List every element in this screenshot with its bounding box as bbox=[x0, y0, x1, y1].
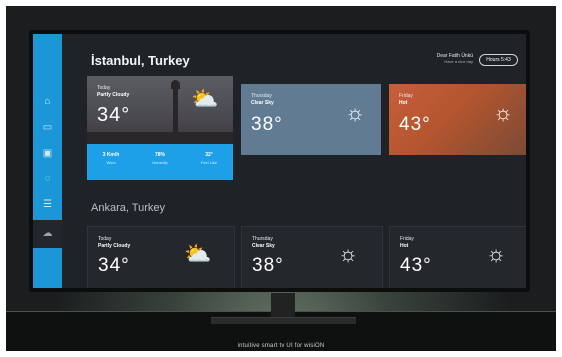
card-day: Thursday bbox=[252, 236, 273, 242]
sun-icon: ☼ bbox=[493, 100, 514, 125]
weather-stats-bar: 3 Km/h Wind 78% Humidity 32° Feel Like bbox=[87, 144, 233, 180]
stat-value: 3 Km/h bbox=[102, 152, 120, 158]
tv-stand-neck bbox=[271, 293, 295, 317]
list-icon[interactable]: ☰ bbox=[40, 197, 55, 212]
card-condition: Hot bbox=[400, 243, 409, 249]
stat-value: 32° bbox=[205, 152, 213, 158]
card-day: Thursday bbox=[251, 93, 272, 99]
card-day: Friday bbox=[400, 236, 414, 242]
stat-feel-like: 32° Feel Like bbox=[185, 152, 233, 165]
weather-card-thursday-istanbul[interactable]: Thursday Clear Sky 38° ☼ bbox=[241, 84, 381, 155]
partly-cloudy-icon: ⛅ bbox=[184, 241, 212, 266]
stat-humidity: 78% Humidity bbox=[136, 152, 184, 165]
sun-icon: ☼ bbox=[345, 100, 366, 125]
card-temperature: 38° bbox=[251, 114, 283, 135]
partly-cloudy-icon: ⛅ bbox=[191, 86, 219, 111]
weather-card-today-istanbul[interactable]: Today Partly Cloudy 34° ⛅ 3 Km/h Wind 78… bbox=[87, 76, 233, 180]
home-icon[interactable]: ⌂ bbox=[40, 94, 55, 109]
time-badge[interactable]: Hours 5:43 bbox=[479, 54, 518, 66]
card-condition: Partly Cloudy bbox=[97, 92, 130, 98]
greeting-sub: Have a nice day bbox=[444, 59, 473, 64]
tower-silhouette-body bbox=[173, 86, 178, 132]
stat-wind: 3 Km/h Wind bbox=[87, 152, 135, 165]
media-icon[interactable]: ▣ bbox=[40, 146, 55, 161]
sun-icon: ☼ bbox=[486, 241, 507, 266]
folder-icon[interactable]: ▭ bbox=[40, 120, 55, 135]
card-day: Today bbox=[97, 85, 111, 91]
card-condition: Clear Sky bbox=[252, 243, 275, 249]
card-condition: Partly Cloudy bbox=[98, 243, 131, 249]
caption: intuitive smart tv UI for wisiON bbox=[237, 343, 325, 349]
weather-card-friday-ankara[interactable]: Friday Hot 43° ☼ bbox=[389, 226, 526, 288]
tv-screen: ⌂ ▭ ▣ ◌ ☰ ☁ İstanbul, Turkey Dear Fatih … bbox=[33, 34, 526, 288]
sidebar: ⌂ ▭ ▣ ◌ ☰ ☁ bbox=[33, 34, 62, 288]
cloud-icon: ☁ bbox=[42, 228, 53, 239]
card-temperature: 38° bbox=[252, 255, 284, 276]
card-temperature: 43° bbox=[400, 255, 432, 276]
weather-card-friday-istanbul[interactable]: Friday Hot 43° ☼ bbox=[389, 84, 526, 155]
stat-label: Feel Like bbox=[200, 160, 218, 165]
card-temperature: 43° bbox=[399, 114, 431, 135]
sun-icon: ☼ bbox=[338, 241, 359, 266]
weather-card-thursday-ankara[interactable]: Thursday Clear Sky 38° ☼ bbox=[241, 226, 383, 288]
sidebar-item-weather[interactable]: ☁ bbox=[33, 220, 62, 248]
card-day: Today bbox=[98, 236, 112, 242]
card-temperature: 34° bbox=[98, 255, 130, 276]
tv-stand-base bbox=[211, 317, 356, 324]
card-condition: Clear Sky bbox=[251, 100, 274, 106]
card-day: Friday bbox=[399, 93, 413, 99]
stat-label: Humidity bbox=[152, 160, 168, 165]
chat-icon[interactable]: ◌ bbox=[40, 171, 55, 186]
city-title-istanbul: İstanbul, Turkey bbox=[91, 53, 190, 68]
city-title-ankara: Ankara, Turkey bbox=[91, 202, 165, 214]
card-condition: Hot bbox=[399, 100, 408, 106]
greeting: Dear Fatih Ünkü Have a nice day bbox=[413, 53, 473, 65]
stat-label: Wind bbox=[106, 160, 116, 165]
city-skyline bbox=[87, 132, 233, 144]
stat-value: 78% bbox=[154, 152, 165, 158]
weather-card-today-ankara[interactable]: Today Partly Cloudy 34° ⛅ bbox=[87, 226, 235, 288]
card-temperature: 34° bbox=[97, 104, 131, 126]
